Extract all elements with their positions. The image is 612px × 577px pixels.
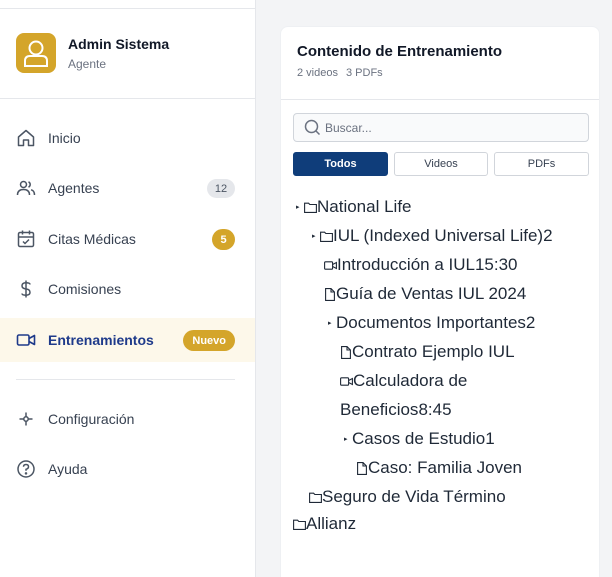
sidebar-divider (16, 379, 235, 380)
file-icon (340, 345, 352, 359)
panel-divider (281, 99, 599, 100)
sidebar-item-label: Entrenamientos (48, 332, 154, 348)
tree-folder[interactable]: ▸ IUL (Indexed Universal Life) 2 (312, 224, 553, 248)
search-icon (304, 119, 321, 136)
video-icon (324, 260, 337, 270)
tree-label: National Life (317, 197, 412, 216)
folder-icon (304, 202, 317, 213)
tab-todos[interactable]: Todos (293, 152, 388, 176)
sidebar-item-label: Citas Médicas (48, 231, 136, 247)
tree-label: Beneficios (340, 400, 419, 419)
tree-pdf[interactable]: Contrato Ejemplo IUL (340, 340, 515, 364)
tree-folder[interactable]: ▸ National Life (296, 195, 412, 219)
settings-icon (16, 409, 36, 429)
tree-label: Guía de Ventas IUL 2024 (336, 284, 527, 303)
sidebar-top-divider (0, 8, 255, 9)
video-count: 2 videos (297, 67, 338, 79)
sidebar-item-comisiones[interactable]: Comisiones (0, 267, 255, 311)
tree-label: Documentos Importantes (336, 313, 526, 332)
count-badge: 5 (212, 229, 235, 250)
tree-folder[interactable]: ▸ Casos de Estudio 1 (344, 427, 495, 451)
pdf-count: 3 PDFs (345, 67, 383, 79)
tree-pdf[interactable]: Guía de Ventas IUL 2024 (324, 282, 526, 306)
tree-label: Casos de Estudio (352, 429, 486, 448)
count-badge: 12 (207, 179, 235, 198)
tree-video[interactable]: Calculadora de (340, 369, 467, 393)
user-profile[interactable]: Admin Sistema Agente (16, 33, 169, 73)
file-icon (356, 461, 368, 475)
sidebar-item-label: Inicio (48, 130, 81, 146)
sidebar-item-label: Comisiones (48, 281, 122, 297)
sidebar-item-ayuda[interactable]: Ayuda (0, 447, 255, 491)
folder-icon (309, 492, 322, 503)
folder-icon (293, 519, 306, 530)
user-icon (24, 40, 48, 67)
home-icon (16, 128, 36, 148)
video-icon (16, 330, 36, 350)
tab-videos[interactable]: Videos (394, 152, 488, 176)
tree-label: Allianz (306, 514, 357, 533)
sidebar-item-label: Agentes (48, 180, 100, 196)
help-icon (16, 459, 36, 479)
folder-icon (320, 231, 333, 242)
video-duration: 15:30 (474, 255, 518, 274)
content-counts: 2 videos 3 PDFs (297, 67, 383, 79)
sidebar-item-label: Configuración (48, 411, 135, 427)
tree-label: Calculadora de (353, 371, 468, 390)
sidebar-divider (0, 98, 255, 99)
video-icon (340, 376, 353, 386)
tree-label: Introducción a IUL (337, 255, 475, 274)
tree-video-continued[interactable]: Beneficios 8:45 (340, 398, 452, 422)
item-count: 2 (543, 226, 553, 245)
sidebar: Admin Sistema Agente Inicio Agentes 12 C… (0, 0, 256, 577)
avatar (16, 33, 56, 73)
search-box[interactable] (293, 113, 589, 142)
item-count: 1 (485, 429, 495, 448)
tree-label: Caso: Familia Joven (368, 458, 523, 477)
item-count: 2 (525, 313, 536, 332)
users-icon (16, 178, 36, 198)
caret-right-icon: ▸ (312, 233, 316, 240)
tree-folder[interactable]: Seguro de Vida Término (309, 485, 506, 509)
tab-pdfs[interactable]: PDFs (494, 152, 589, 176)
video-duration: 8:45 (418, 400, 452, 419)
caret-right-icon: ▸ (344, 436, 348, 443)
tree-video[interactable]: Introducción a IUL 15:30 (324, 253, 518, 277)
panel-title: Contenido de Entrenamiento (297, 43, 503, 60)
profile-name: Admin Sistema (68, 35, 170, 52)
sidebar-item-configuracion[interactable]: Configuración (0, 397, 255, 441)
calendar-check-icon (16, 229, 36, 249)
sidebar-item-inicio[interactable]: Inicio (0, 116, 255, 160)
sidebar-item-label: Ayuda (48, 461, 88, 477)
caret-right-icon: ▸ (328, 320, 332, 327)
tree-label: Contrato Ejemplo IUL (352, 342, 515, 361)
dollar-icon (16, 279, 36, 299)
training-content-panel: Contenido de Entrenamiento 2 videos 3 PDF… (280, 26, 600, 577)
caret-right-icon: ▸ (296, 204, 300, 211)
tree-label: Seguro de Vida Término (322, 487, 506, 506)
file-icon (324, 287, 336, 301)
new-badge: Nuevo (183, 330, 235, 351)
sidebar-item-citas[interactable]: Citas Médicas 5 (0, 217, 255, 261)
filter-tabs: Todos Videos PDFs (293, 152, 589, 176)
sidebar-item-entrenamientos[interactable]: Entrenamientos Nuevo (0, 318, 255, 362)
tree-label: IUL (Indexed Universal Life) (333, 226, 544, 245)
tree-pdf[interactable]: Caso: Familia Joven (356, 456, 522, 480)
profile-role: Agente (68, 56, 107, 71)
tree-folder[interactable]: Allianz (293, 512, 356, 536)
search-input[interactable] (325, 120, 575, 135)
sidebar-item-agentes[interactable]: Agentes 12 (0, 166, 255, 210)
tree-folder[interactable]: ▸ Documentos Importantes 2 (328, 311, 535, 335)
